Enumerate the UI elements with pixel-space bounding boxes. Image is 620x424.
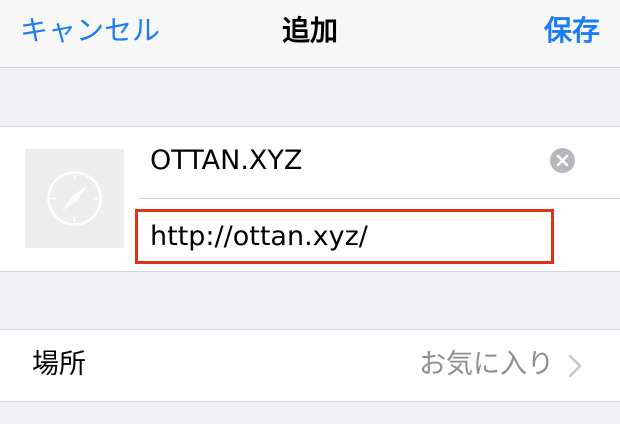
bookmark-thumbnail [25,149,124,248]
compass-icon [47,171,102,226]
navigation-bar: キャンセル 追加 保存 [0,0,620,68]
location-value: お気に入り [419,349,554,380]
bookmark-title-field[interactable] [150,141,540,181]
bookmark-url-field[interactable] [150,218,545,256]
field-divider [138,198,620,199]
clear-title-button[interactable] [550,148,575,173]
location-label: 場所 [32,349,86,380]
location-row[interactable]: 場所 お気に入り [0,329,620,402]
bookmark-details-group [0,126,620,272]
url-highlight-box [135,209,554,264]
chevron-right-icon [568,354,582,378]
clear-icon [556,154,569,167]
save-button[interactable]: 保存 [544,13,600,49]
page-title: 追加 [281,14,338,47]
